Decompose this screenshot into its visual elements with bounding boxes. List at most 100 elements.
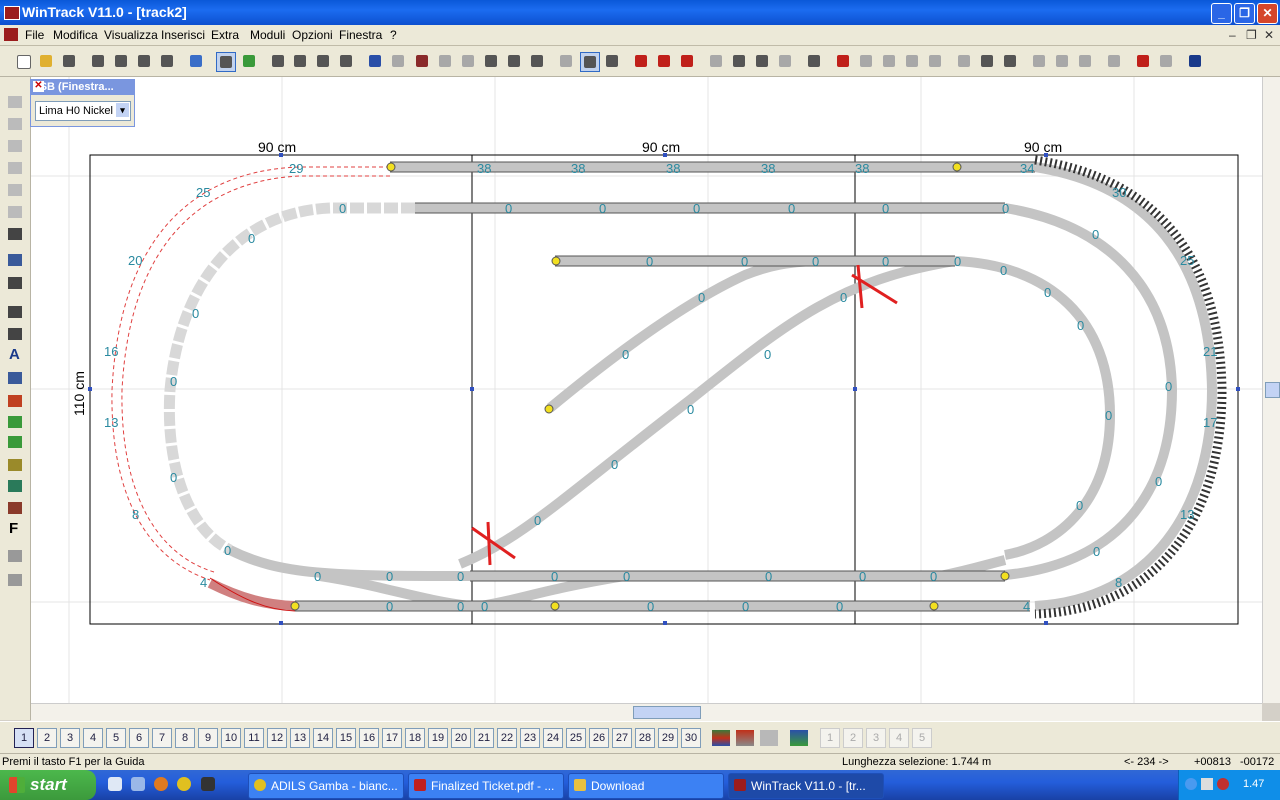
menu-help[interactable]: ? [390,28,397,42]
layer-button-27[interactable]: 27 [612,728,632,748]
task-pdf[interactable]: Finalized Ticket.pdf - ... [408,773,564,799]
split-icon[interactable] [880,52,898,70]
join-icon[interactable] [857,52,875,70]
signal-tool-icon[interactable] [5,369,25,387]
scenery-icon[interactable] [5,413,25,431]
text-tool-icon[interactable]: A [9,346,29,364]
rotate-180-icon[interactable] [776,52,794,70]
flex-track-3-icon[interactable] [5,137,25,155]
layer-button-2[interactable]: 2 [37,728,57,748]
explode-icon[interactable] [1105,52,1123,70]
layer-button-14[interactable]: 14 [313,728,333,748]
layer-button-29[interactable]: 29 [658,728,678,748]
ruler-2-icon[interactable] [5,571,25,589]
chrome-icon[interactable] [177,777,191,791]
media-icon[interactable] [201,777,215,791]
maximize-button[interactable]: ❐ [1234,3,1255,24]
connect-icon[interactable] [926,52,944,70]
frame-icon[interactable] [459,52,477,70]
fsb-caption[interactable]: FSB (Finestra... ✕ [31,80,134,95]
list-icon[interactable] [158,52,176,70]
flex-track-6-icon[interactable] [5,203,25,221]
grid-icon[interactable] [436,52,454,70]
track-tool-icon[interactable] [5,225,25,243]
check-icon[interactable] [1001,52,1019,70]
menu-visualizza[interactable]: Visualizza [104,28,158,42]
landscape-icon[interactable] [240,52,258,70]
layer-move-icon[interactable] [678,52,696,70]
minimize-button[interactable]: _ [1211,3,1232,24]
mdi-minimize-button[interactable]: ‒ [1229,28,1236,42]
graph-icon[interactable] [5,477,25,495]
ruler-icon[interactable] [5,547,25,565]
paste-icon[interactable] [528,52,546,70]
flex-track-icon[interactable] [5,93,25,111]
move-icon[interactable] [730,52,748,70]
layer-button-6[interactable]: 6 [129,728,149,748]
menu-modifica[interactable]: Modifica [53,28,98,42]
bridge-icon[interactable] [5,274,25,292]
layer-button-7[interactable]: 7 [152,728,172,748]
print-preview-icon[interactable] [89,52,107,70]
start-button[interactable]: start [0,770,96,800]
print-icon[interactable] [112,52,130,70]
layer-button-25[interactable]: 25 [566,728,586,748]
align-right-icon[interactable] [1076,52,1094,70]
save-icon[interactable] [60,52,78,70]
layer-button-12[interactable]: 12 [267,728,287,748]
layer-button-15[interactable]: 15 [336,728,356,748]
flex-icon[interactable] [903,52,921,70]
menu-extra[interactable]: Extra [211,28,239,42]
layer-button-5[interactable]: 5 [106,728,126,748]
layer-button-11[interactable]: 11 [244,728,264,748]
layers-stack-icon[interactable] [712,730,730,746]
dimension-2-icon[interactable] [5,325,25,343]
mdi-close-button[interactable]: ✕ [1264,28,1274,42]
layer-button-18[interactable]: 18 [405,728,425,748]
tray-chevron-icon[interactable] [1185,778,1197,790]
layer-icon[interactable] [632,52,650,70]
redo-icon[interactable] [389,52,407,70]
layer-button-21[interactable]: 21 [474,728,494,748]
open-folder-icon[interactable] [37,52,55,70]
layer-button-9[interactable]: 9 [198,728,218,748]
vertical-scrollbar[interactable] [1262,77,1280,703]
menu-opzioni[interactable]: Opzioni [292,28,333,42]
drawing-canvas[interactable]: 90 cm 90 cm 90 cm 110 cm 29 25 20 16 13 … [31,77,1262,703]
extra-layer-4[interactable]: 4 [889,728,909,748]
layer-button-20[interactable]: 20 [451,728,471,748]
terrain-icon[interactable] [5,433,25,451]
cut-icon[interactable] [482,52,500,70]
height-icon[interactable] [834,52,852,70]
zoom-out-icon[interactable] [269,52,287,70]
fsb-close-icon[interactable]: ✕ [33,81,44,92]
signal-icon[interactable] [955,52,973,70]
explorer-icon[interactable] [131,777,145,791]
layers-red-icon[interactable] [736,730,754,746]
align-left-icon[interactable] [1030,52,1048,70]
layer-button-16[interactable]: 16 [359,728,379,748]
layer-button-4[interactable]: 4 [83,728,103,748]
extra-layer-1[interactable]: 1 [820,728,840,748]
chevron-down-icon[interactable]: ▾ [116,103,129,117]
flex-track-4-icon[interactable] [5,159,25,177]
layer-button-28[interactable]: 28 [635,728,655,748]
layer-button-19[interactable]: 19 [428,728,448,748]
align-center-icon[interactable] [1053,52,1071,70]
show-desktop-icon[interactable] [108,777,122,791]
horizontal-scrollbar[interactable] [31,703,1262,721]
track-system-select[interactable]: Lima H0 Nickel ▾ [35,101,131,121]
network-icon[interactable] [1201,778,1213,790]
layer-button-26[interactable]: 26 [589,728,609,748]
rotate-icon[interactable] [753,52,771,70]
font-tool-icon[interactable]: F [9,520,29,538]
task-download-folder[interactable]: Download [568,773,724,799]
context-help-icon[interactable] [1186,52,1204,70]
zoom-all-icon[interactable] [337,52,355,70]
horizontal-scroll-thumb[interactable] [633,706,701,719]
print-setup-icon[interactable] [135,52,153,70]
new-file-icon[interactable] [14,52,32,70]
flex-track-5-icon[interactable] [5,181,25,199]
zoom-in-icon[interactable] [291,52,309,70]
switch-icon[interactable] [557,52,575,70]
